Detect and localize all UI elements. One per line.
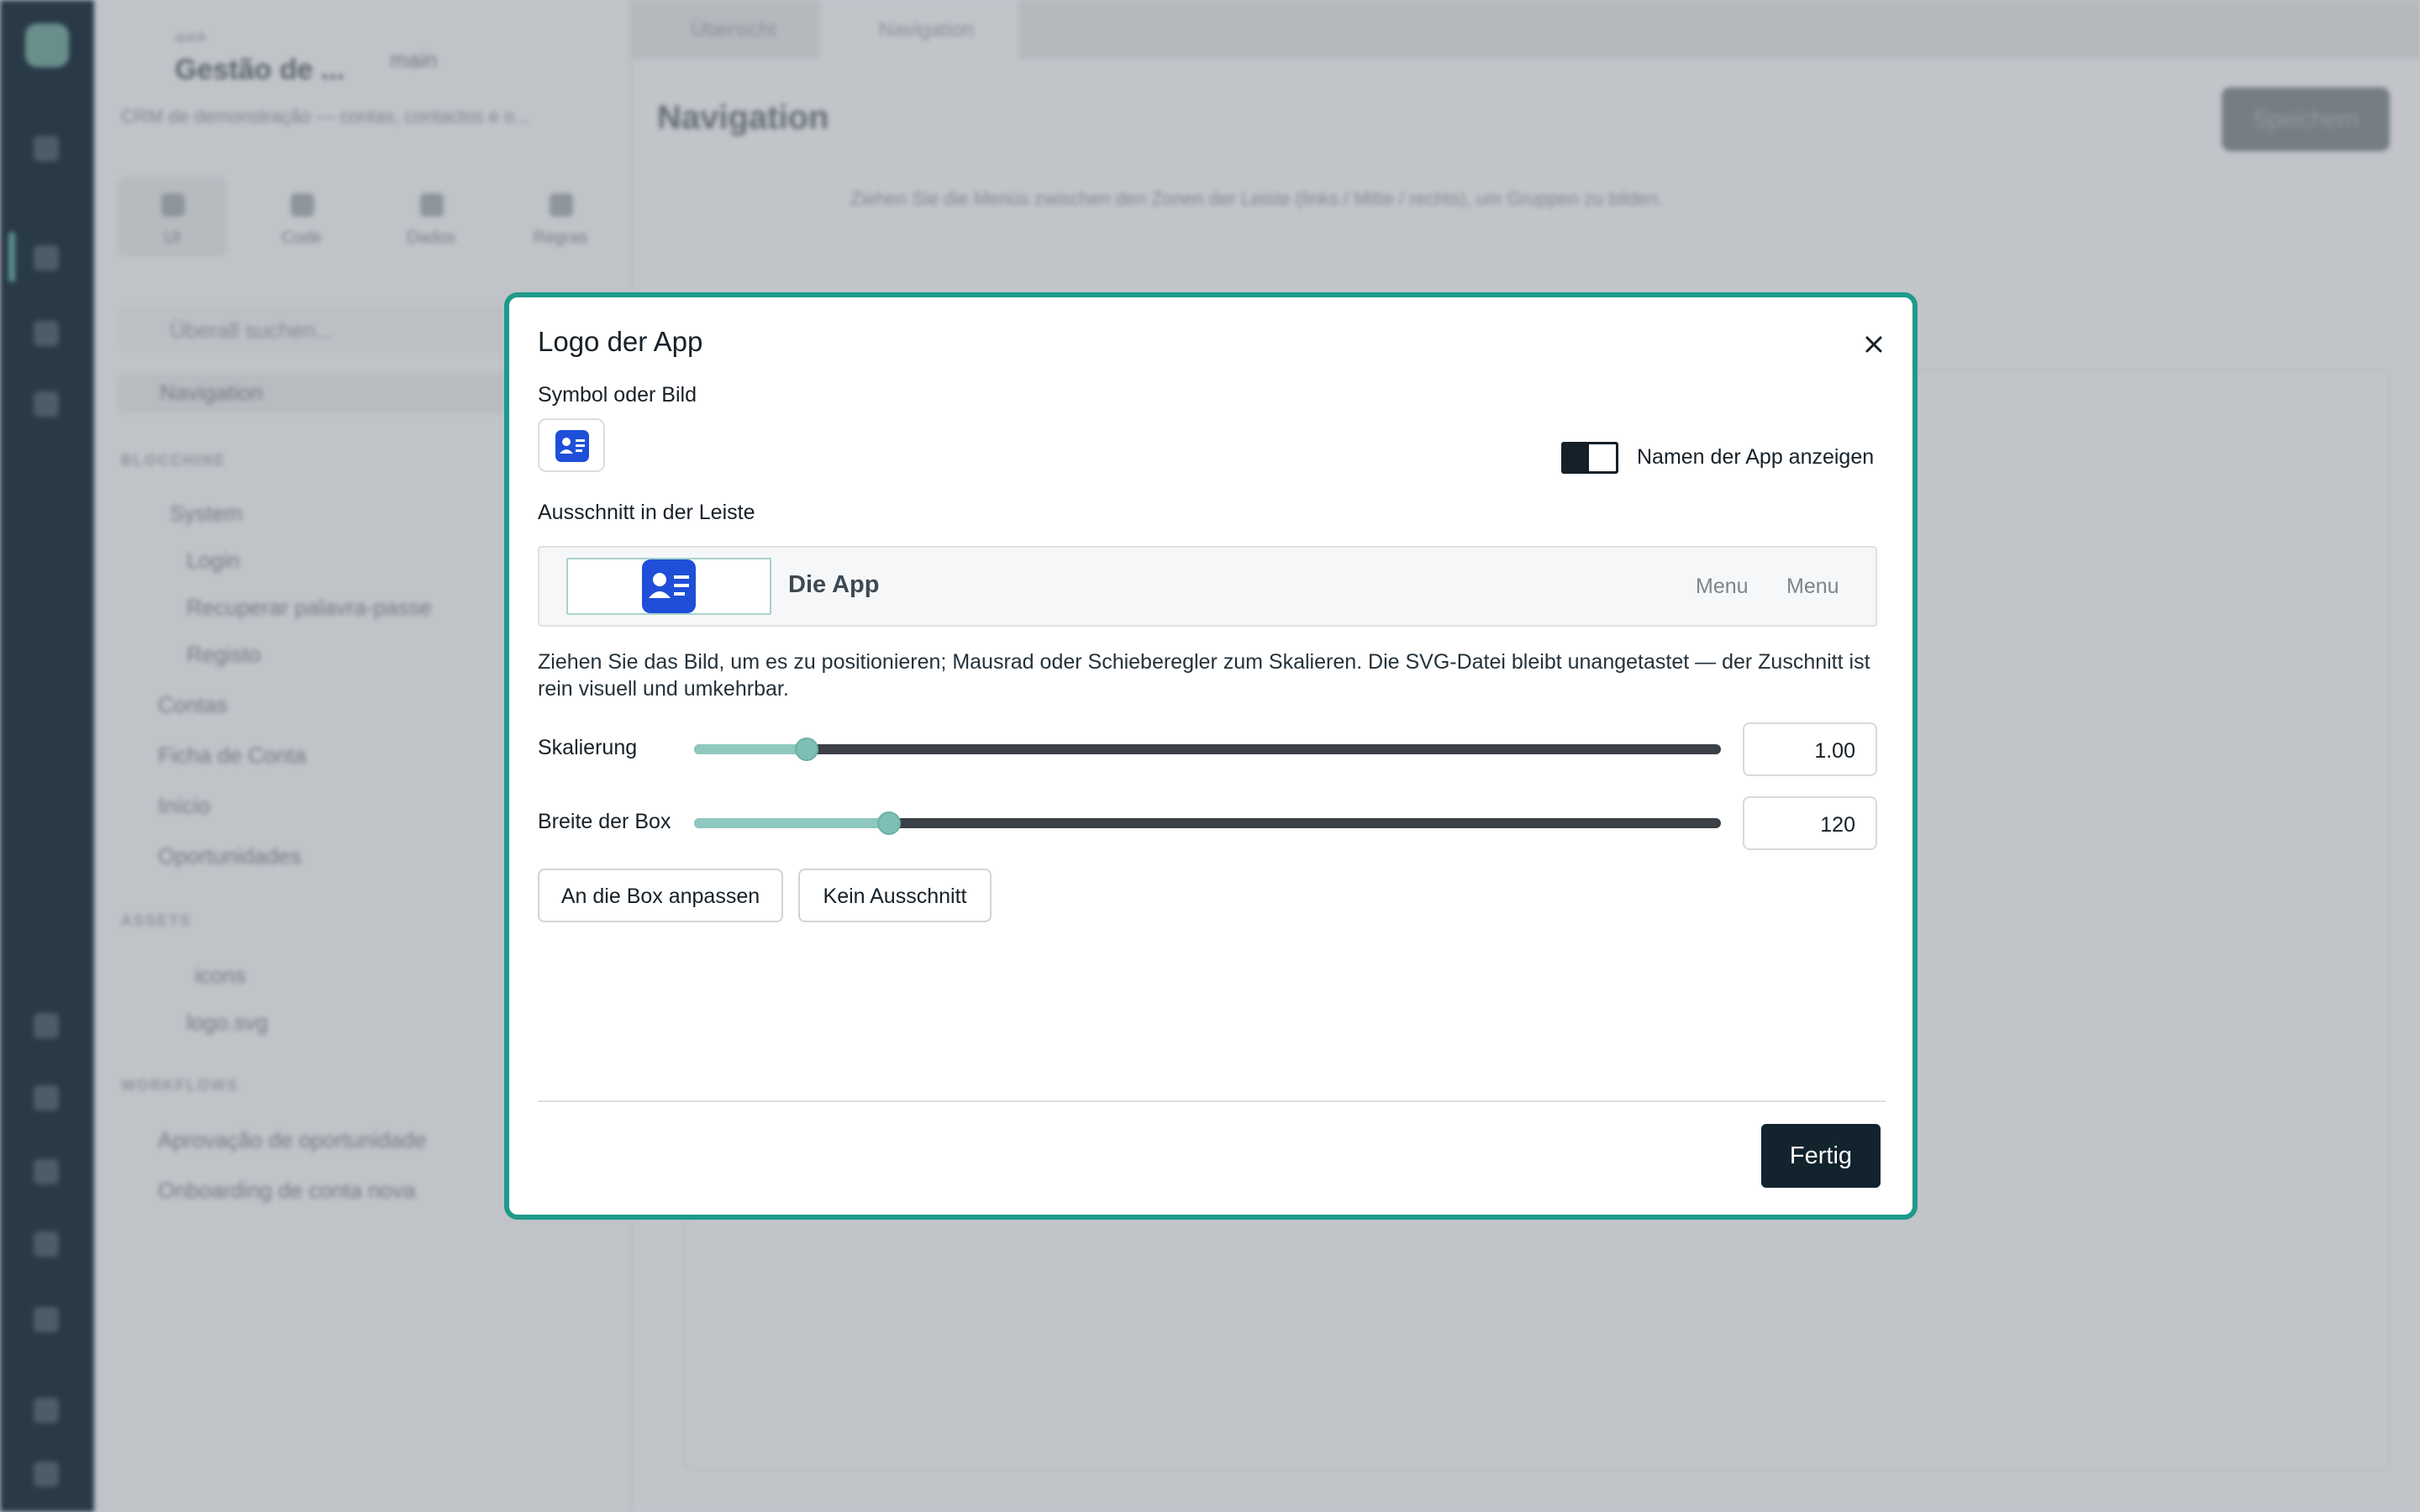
preview-menu-item: Menu bbox=[1696, 575, 1749, 598]
scale-slider-row: Skalierung 1.00 bbox=[538, 722, 1877, 776]
logo-dialog: Logo der App Symbol oder Bild Namen der … bbox=[504, 292, 1918, 1220]
box-width-slider-thumb[interactable] bbox=[877, 811, 902, 835]
preview-app-name: Die App bbox=[788, 571, 880, 598]
contact-card-icon bbox=[555, 430, 589, 462]
symbol-label: Symbol oder Bild bbox=[538, 383, 697, 407]
scale-label: Skalierung bbox=[538, 736, 638, 759]
box-width-label: Breite der Box bbox=[538, 810, 671, 833]
scale-input[interactable]: 1.00 bbox=[1743, 722, 1877, 776]
scale-slider-thumb[interactable] bbox=[795, 738, 819, 761]
contact-card-icon[interactable] bbox=[642, 559, 696, 613]
show-app-name-label: Namen der App anzeigen bbox=[1637, 445, 1875, 469]
crop-description: Ziehen Sie das Bild, um es zu positionie… bbox=[538, 650, 1870, 701]
fit-to-box-button[interactable]: An die Box anpassen bbox=[538, 869, 783, 922]
box-width-slider-row: Breite der Box 120 bbox=[538, 796, 1877, 850]
box-width-slider-fill bbox=[694, 818, 890, 828]
crop-label: Ausschnitt in der Leiste bbox=[538, 501, 755, 524]
box-width-slider[interactable] bbox=[694, 811, 1721, 835]
box-width-input[interactable]: 120 bbox=[1743, 796, 1877, 850]
footer-divider bbox=[538, 1100, 1886, 1102]
crop-box[interactable] bbox=[566, 558, 771, 615]
toggle-knob bbox=[1564, 444, 1589, 471]
navbar-preview: Die App Menu Menu bbox=[538, 546, 1877, 627]
close-icon[interactable] bbox=[1857, 328, 1891, 361]
symbol-picker-button[interactable] bbox=[538, 418, 605, 472]
no-crop-button[interactable]: Kein Ausschnitt bbox=[798, 869, 992, 922]
done-button[interactable]: Fertig bbox=[1761, 1124, 1881, 1188]
scale-slider[interactable] bbox=[694, 738, 1721, 761]
show-app-name-toggle[interactable] bbox=[1561, 442, 1618, 474]
scale-slider-fill bbox=[694, 744, 808, 754]
dialog-title: Logo der App bbox=[538, 326, 703, 357]
preview-menu-item: Menu bbox=[1786, 575, 1839, 598]
